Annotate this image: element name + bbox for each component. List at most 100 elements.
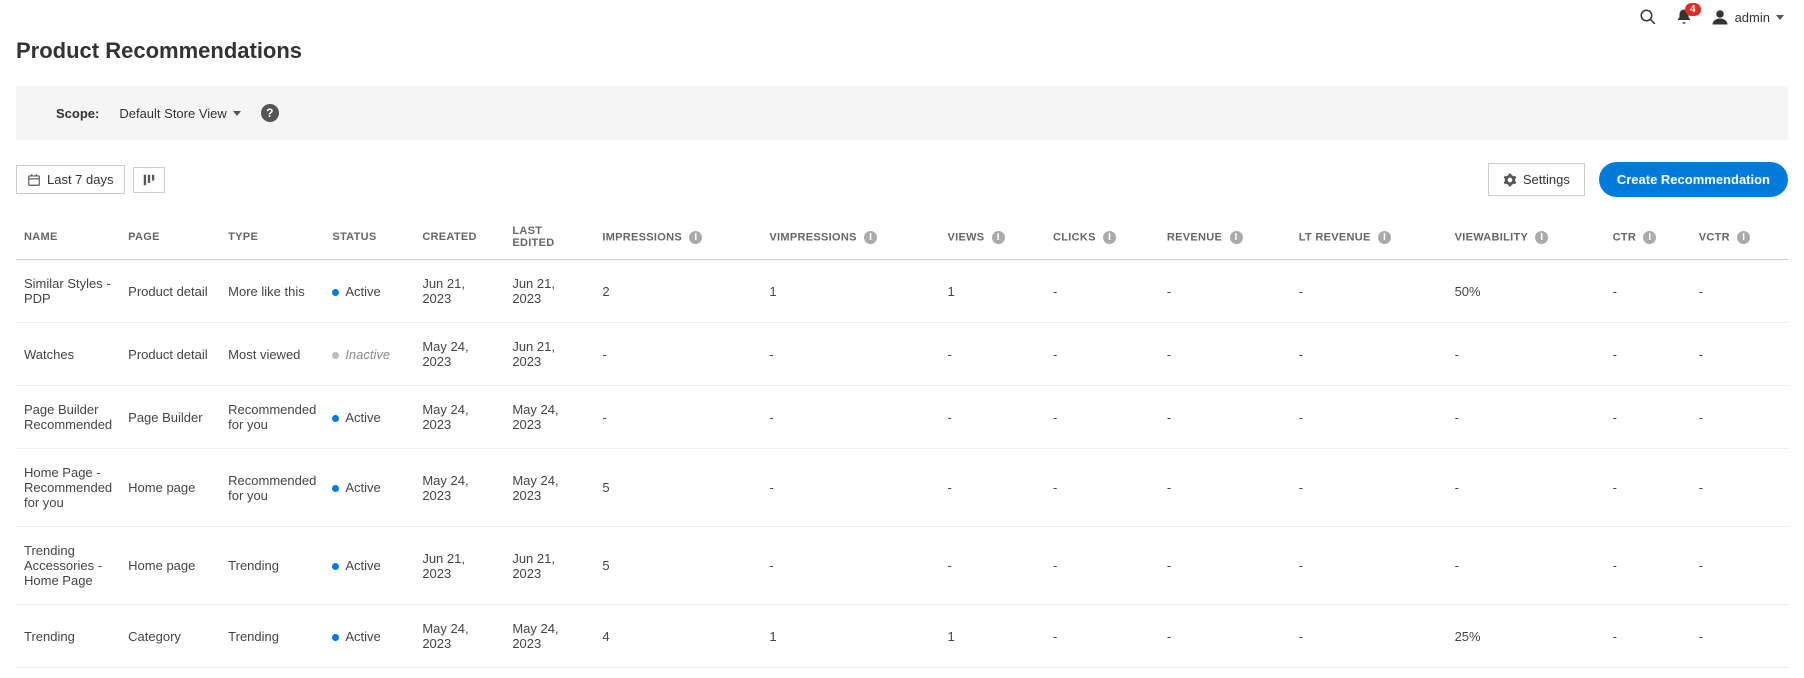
chevron-down-icon: [233, 111, 241, 116]
col-page[interactable]: PAGE: [120, 215, 220, 260]
cell-vctr: -: [1691, 260, 1788, 323]
cell-lt-revenue: -: [1291, 386, 1447, 449]
cell-status: Active: [324, 605, 414, 668]
notification-badge: 4: [1685, 3, 1701, 16]
info-icon[interactable]: i: [1643, 231, 1656, 244]
scope-select[interactable]: Default Store View: [119, 106, 240, 121]
info-icon[interactable]: i: [1535, 231, 1548, 244]
table-row[interactable]: WatchesProduct detailMost viewedInactive…: [16, 323, 1788, 386]
cell-lt-revenue: -: [1291, 605, 1447, 668]
col-vimpressions[interactable]: vIMPRESSIONS i: [761, 215, 939, 260]
cell-ctr: -: [1605, 323, 1691, 386]
cell-vctr: -: [1691, 386, 1788, 449]
col-status[interactable]: STATUS: [324, 215, 414, 260]
user-menu[interactable]: admin: [1711, 8, 1784, 26]
date-range-button[interactable]: Last 7 days: [16, 165, 125, 194]
table-row[interactable]: Similar Styles - PDPProduct detailMore l…: [16, 260, 1788, 323]
col-name[interactable]: NAME: [16, 215, 120, 260]
cell-last-edited: May 24, 2023: [504, 605, 594, 668]
cell-clicks: -: [1045, 527, 1159, 605]
cell-viewability: -: [1447, 527, 1605, 605]
cell-created: Jun 21, 2023: [414, 260, 504, 323]
cell-vctr: -: [1691, 605, 1788, 668]
cell-revenue: -: [1159, 605, 1291, 668]
table-row[interactable]: Trending Accessories - Home PageHome pag…: [16, 527, 1788, 605]
cell-clicks: -: [1045, 605, 1159, 668]
toolbar: Last 7 days Settings Create Recommendati…: [0, 150, 1804, 205]
table-row[interactable]: Page Builder RecommendedPage BuilderReco…: [16, 386, 1788, 449]
table-row[interactable]: TrendingCategoryTrendingActiveMay 24, 20…: [16, 605, 1788, 668]
cell-ctr: -: [1605, 605, 1691, 668]
user-name: admin: [1735, 10, 1770, 25]
cell-viewability: 25%: [1447, 605, 1605, 668]
col-lt-revenue[interactable]: LT REVENUE i: [1291, 215, 1447, 260]
cell-vimpressions: -: [761, 323, 939, 386]
cell-created: May 24, 2023: [414, 605, 504, 668]
cell-ctr: -: [1605, 527, 1691, 605]
col-clicks[interactable]: CLICKS i: [1045, 215, 1159, 260]
cell-views: 1: [939, 605, 1045, 668]
date-range-label: Last 7 days: [47, 172, 114, 187]
cell-name: Watches: [16, 323, 120, 386]
cell-page: Product detail: [120, 323, 220, 386]
cell-vctr: -: [1691, 323, 1788, 386]
status-dot-icon: [332, 415, 339, 422]
cell-impressions: 5: [594, 449, 761, 527]
col-created[interactable]: CREATED: [414, 215, 504, 260]
table-header-row: NAME PAGE TYPE STATUS CREATED LAST EDITE…: [16, 215, 1788, 260]
cell-vimpressions: -: [761, 386, 939, 449]
columns-config-button[interactable]: [133, 167, 165, 193]
cell-vimpressions: 1: [761, 605, 939, 668]
info-icon[interactable]: i: [864, 231, 877, 244]
cell-clicks: -: [1045, 260, 1159, 323]
cell-page: Product detail: [120, 260, 220, 323]
cell-viewability: -: [1447, 449, 1605, 527]
cell-status: Active: [324, 386, 414, 449]
col-last-edited[interactable]: LAST EDITED: [504, 215, 594, 260]
info-icon[interactable]: i: [992, 231, 1005, 244]
notifications-icon[interactable]: 4: [1675, 8, 1693, 26]
cell-page: Home page: [120, 527, 220, 605]
cell-created: May 24, 2023: [414, 386, 504, 449]
settings-button[interactable]: Settings: [1488, 163, 1585, 196]
info-icon[interactable]: i: [1103, 231, 1116, 244]
col-vctr[interactable]: vCTR i: [1691, 215, 1788, 260]
cell-last-edited: Jun 21, 2023: [504, 527, 594, 605]
user-icon: [1711, 8, 1729, 26]
scope-label: Scope:: [56, 106, 99, 121]
cell-created: May 24, 2023: [414, 449, 504, 527]
cell-type: More like this: [220, 260, 324, 323]
cell-page: Home page: [120, 449, 220, 527]
cell-vctr: -: [1691, 449, 1788, 527]
cell-type: Trending: [220, 527, 324, 605]
help-icon[interactable]: ?: [261, 104, 279, 122]
col-impressions[interactable]: IMPRESSIONS i: [594, 215, 761, 260]
table-row[interactable]: Home Page - Recommended for youHome page…: [16, 449, 1788, 527]
cell-impressions: 2: [594, 260, 761, 323]
cell-clicks: -: [1045, 386, 1159, 449]
col-views[interactable]: VIEWS i: [939, 215, 1045, 260]
col-type[interactable]: TYPE: [220, 215, 324, 260]
status-dot-icon: [332, 485, 339, 492]
search-icon[interactable]: [1639, 8, 1657, 26]
cell-type: Trending: [220, 605, 324, 668]
info-icon[interactable]: i: [689, 231, 702, 244]
cell-views: 1: [939, 260, 1045, 323]
status-dot-icon: [332, 289, 339, 296]
cell-last-edited: May 24, 2023: [504, 386, 594, 449]
cell-ctr: -: [1605, 386, 1691, 449]
cell-page: Page Builder: [120, 386, 220, 449]
create-recommendation-button[interactable]: Create Recommendation: [1599, 162, 1788, 197]
info-icon[interactable]: i: [1378, 231, 1391, 244]
col-revenue[interactable]: REVENUE i: [1159, 215, 1291, 260]
cell-clicks: -: [1045, 323, 1159, 386]
col-viewability[interactable]: VIEWABILITY i: [1447, 215, 1605, 260]
cell-revenue: -: [1159, 527, 1291, 605]
cell-type: Recommended for you: [220, 386, 324, 449]
cell-type: Recommended for you: [220, 449, 324, 527]
cell-impressions: -: [594, 323, 761, 386]
info-icon[interactable]: i: [1230, 231, 1243, 244]
col-ctr[interactable]: CTR i: [1605, 215, 1691, 260]
cell-revenue: -: [1159, 323, 1291, 386]
info-icon[interactable]: i: [1737, 231, 1750, 244]
